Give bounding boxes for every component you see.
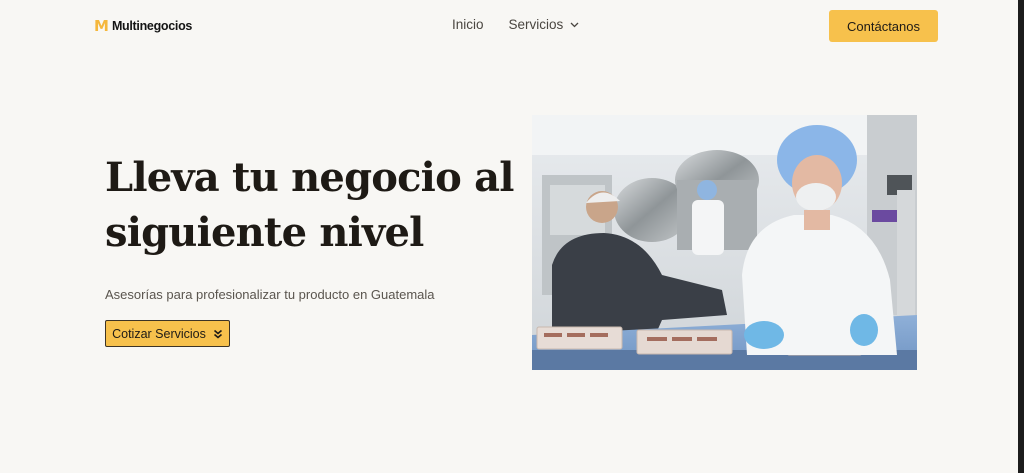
- logo[interactable]: M Multinegocios: [94, 18, 192, 34]
- quote-services-label: Cotizar Servicios: [112, 326, 206, 341]
- nav-item-inicio[interactable]: Inicio: [452, 17, 484, 32]
- factory-workers-photo: [532, 115, 917, 370]
- quote-services-button[interactable]: Cotizar Servicios: [105, 320, 230, 347]
- contact-button[interactable]: Contáctanos: [829, 10, 938, 42]
- nav-item-servicios-label: Servicios: [508, 17, 564, 32]
- chevron-down-icon: [570, 22, 579, 27]
- hero-title: Lleva tu negocio al siguiente nivel: [105, 150, 525, 260]
- site-header: M Multinegocios Inicio Servicios Contáct…: [0, 0, 1018, 52]
- logo-text: Multinegocios: [111, 19, 193, 33]
- window-edge: [1018, 0, 1024, 473]
- hero-subtitle: Asesorías para profesionalizar tu produc…: [105, 287, 435, 302]
- hero-photo-illustration: [532, 115, 917, 370]
- hero-title-line-2: siguiente nivel: [105, 209, 424, 256]
- double-chevron-down-icon: [213, 329, 222, 339]
- hero-title-line-1: Lleva tu negocio al: [105, 154, 514, 201]
- main-nav: Inicio Servicios: [452, 17, 604, 32]
- logo-mark: M: [94, 17, 109, 35]
- nav-item-servicios[interactable]: Servicios: [509, 17, 580, 32]
